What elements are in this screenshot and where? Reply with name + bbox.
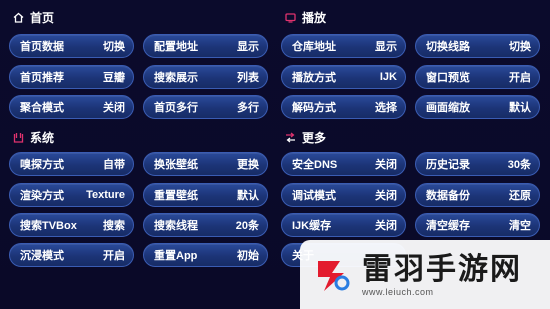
setting-label: 切换线路 [426, 41, 470, 53]
setting-label: 首页多行 [154, 102, 198, 114]
setting-value: 30条 [507, 159, 531, 171]
setting-value: 关闭 [103, 102, 125, 114]
setting-config-address[interactable]: 配置地址 显示 [143, 34, 268, 58]
setting-value: 关闭 [375, 159, 397, 171]
setting-value: 列表 [237, 72, 259, 84]
setting-label: 播放方式 [292, 72, 336, 84]
setting-label: 画面缩放 [426, 102, 470, 114]
setting-data-backup[interactable]: 数据备份 还原 [415, 183, 540, 207]
setting-switch-line[interactable]: 切换线路 切换 [415, 34, 540, 58]
setting-value: 默认 [237, 190, 259, 202]
section-label: 首页 [30, 10, 55, 25]
setting-reset-wallpaper[interactable]: 重置壁纸 默认 [143, 183, 268, 207]
setting-home-data[interactable]: 首页数据 切换 [9, 34, 134, 58]
setting-label: 调试模式 [292, 190, 336, 202]
setting-decode-method[interactable]: 解码方式 选择 [281, 95, 406, 119]
section-title-more: 更多 [285, 129, 326, 145]
setting-value: 清空 [509, 220, 531, 232]
setting-value: 豆瓣 [103, 72, 125, 84]
setting-change-wallpaper[interactable]: 换张壁纸 更换 [143, 152, 268, 176]
setting-label: 搜索线程 [154, 220, 198, 232]
setting-label: 沉浸模式 [20, 250, 64, 262]
setting-render-method[interactable]: 渲染方式 Texture [9, 183, 134, 207]
section-label: 播放 [302, 10, 327, 25]
setting-label: 清空缓存 [426, 220, 470, 232]
leiyu-logo-icon [318, 260, 350, 291]
setting-value: 选择 [375, 102, 397, 114]
setting-value: 20条 [235, 220, 259, 232]
setting-play-method[interactable]: 播放方式 IJK [281, 65, 406, 89]
setting-value: 切换 [509, 41, 531, 53]
setting-value: 开启 [103, 250, 125, 262]
setting-window-preview[interactable]: 窗口预览 开启 [415, 65, 540, 89]
setting-value: Texture [86, 189, 125, 201]
setting-value: 显示 [237, 41, 259, 53]
setting-label: 首页数据 [20, 41, 64, 53]
setting-clear-cache[interactable]: 清空缓存 清空 [415, 213, 540, 237]
section-title-system: 系统 [13, 129, 54, 145]
setting-history[interactable]: 历史记录 30条 [415, 152, 540, 176]
setting-label: 解码方式 [292, 102, 336, 114]
setting-value: 自带 [103, 159, 125, 171]
setting-label: 聚合模式 [20, 102, 64, 114]
setting-label: 数据备份 [426, 190, 470, 202]
setting-label: 配置地址 [154, 41, 198, 53]
setting-label: 首页推荐 [20, 72, 64, 84]
setting-value: 开启 [509, 72, 531, 84]
watermark-text: 雷羽手游网 www.leiuch.com [362, 253, 522, 297]
setting-label: 嗅探方式 [20, 159, 64, 171]
setting-value: 关闭 [375, 190, 397, 202]
more-icon [285, 132, 296, 143]
setting-aggregate-mode[interactable]: 聚合模式 关闭 [9, 95, 134, 119]
setting-label: 窗口预览 [426, 72, 470, 84]
setting-immersive-mode[interactable]: 沉浸模式 开启 [9, 243, 134, 267]
setting-secure-dns[interactable]: 安全DNS 关闭 [281, 152, 406, 176]
setting-label: 重置App [154, 250, 198, 262]
setting-value: 初始 [237, 250, 259, 262]
watermark-title: 雷羽手游网 [362, 252, 522, 286]
setting-search-display[interactable]: 搜索展示 列表 [143, 65, 268, 89]
home-icon [13, 12, 24, 23]
setting-value: 显示 [375, 41, 397, 53]
section-label: 系统 [30, 130, 55, 145]
setting-label: 搜索TVBox [20, 220, 77, 232]
setting-ijk-cache[interactable]: IJK缓存 关闭 [281, 213, 406, 237]
setting-debug-mode[interactable]: 调试模式 关闭 [281, 183, 406, 207]
setting-value: 多行 [237, 102, 259, 114]
setting-value: 切换 [103, 41, 125, 53]
setting-value: 关闭 [375, 220, 397, 232]
watermark-banner: 雷羽手游网 www.leiuch.com [300, 240, 550, 309]
setting-home-multirow[interactable]: 首页多行 多行 [143, 95, 268, 119]
setting-label: 仓库地址 [292, 41, 336, 53]
setting-value: 默认 [509, 102, 531, 114]
setting-label: 安全DNS [292, 159, 338, 171]
watermark-url: www.leiuch.com [362, 286, 434, 297]
setting-value: IJK [379, 71, 397, 83]
setting-reset-app[interactable]: 重置App 初始 [143, 243, 268, 267]
section-label: 更多 [302, 130, 327, 145]
setting-search-threads[interactable]: 搜索线程 20条 [143, 213, 268, 237]
setting-home-recommend[interactable]: 首页推荐 豆瓣 [9, 65, 134, 89]
setting-value: 搜索 [103, 220, 125, 232]
setting-label: 渲染方式 [20, 190, 64, 202]
setting-label: IJK缓存 [292, 220, 332, 232]
setting-label: 历史记录 [426, 159, 470, 171]
setting-label: 换张壁纸 [154, 159, 198, 171]
setting-sniff-method[interactable]: 嗅探方式 自带 [9, 152, 134, 176]
setting-picture-scale[interactable]: 画面缩放 默认 [415, 95, 540, 119]
setting-label: 搜索展示 [154, 72, 198, 84]
setting-search-tvbox[interactable]: 搜索TVBox 搜索 [9, 213, 134, 237]
setting-label: 重置壁纸 [154, 190, 198, 202]
section-title-home: 首页 [13, 9, 54, 25]
system-icon [13, 132, 24, 143]
tv-icon [285, 12, 296, 23]
setting-value: 更换 [237, 159, 259, 171]
setting-repo-address[interactable]: 仓库地址 显示 [281, 34, 406, 58]
setting-value: 还原 [509, 190, 531, 202]
section-title-playback: 播放 [285, 9, 326, 25]
